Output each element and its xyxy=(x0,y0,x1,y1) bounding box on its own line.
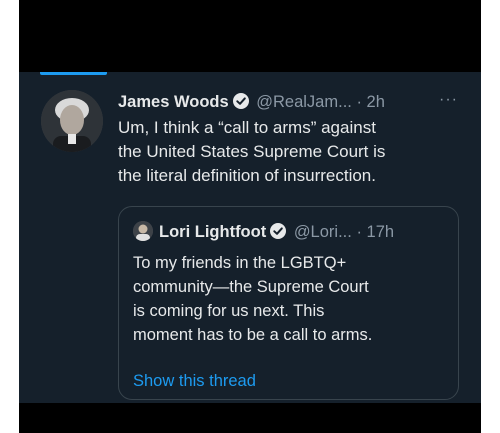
quoted-avatar xyxy=(133,221,153,241)
tweet-text: Um, I think a “call to arms” against the… xyxy=(118,116,468,188)
verified-badge-icon xyxy=(270,223,287,239)
quoted-author-handle[interactable]: @Lori... xyxy=(294,223,352,241)
quoted-author-name[interactable]: Lori Lightfoot xyxy=(159,223,266,241)
quoted-tweet-text: To my friends in the LGBTQ+ community—th… xyxy=(133,251,449,347)
show-thread-link[interactable]: Show this thread xyxy=(133,370,256,392)
verified-badge-icon xyxy=(232,92,249,109)
tweet-text-line: the literal definition of insurrection. xyxy=(118,166,376,185)
quoted-text-line: To my friends in the LGBTQ+ xyxy=(133,254,347,272)
quoted-text-line: community—the Supreme Court xyxy=(133,278,369,296)
quoted-text-line: moment has to be a call to arms. xyxy=(133,326,373,344)
separator-dot: · xyxy=(356,93,362,111)
phone-screen: James Woods @RealJam... · 2h ··· Um, I t… xyxy=(19,0,481,433)
tweet-header: James Woods @RealJam... · 2h xyxy=(118,90,468,114)
author-name[interactable]: James Woods xyxy=(118,93,229,111)
separator-dot: · xyxy=(356,223,362,241)
tweet-timestamp[interactable]: 2h xyxy=(367,93,385,111)
quoted-text-line: is coming for us next. This xyxy=(133,302,325,320)
avatar[interactable] xyxy=(41,90,103,152)
quoted-tweet[interactable]: Lori Lightfoot @Lori... · 17h To my frie… xyxy=(118,206,459,400)
quoted-tweet-timestamp[interactable]: 17h xyxy=(367,223,395,241)
tab-indicator xyxy=(40,72,107,75)
quoted-tweet-header: Lori Lightfoot @Lori... · 17h xyxy=(133,221,394,243)
avatar-image xyxy=(41,90,103,152)
author-handle[interactable]: @RealJam... xyxy=(256,93,352,111)
tweet-card[interactable]: James Woods @RealJam... · 2h ··· Um, I t… xyxy=(19,72,481,403)
more-options-icon[interactable]: ··· xyxy=(439,88,458,112)
tweet-text-line: Um, I think a “call to arms” against xyxy=(118,118,376,137)
tweet-text-line: the United States Supreme Court is xyxy=(118,142,386,161)
